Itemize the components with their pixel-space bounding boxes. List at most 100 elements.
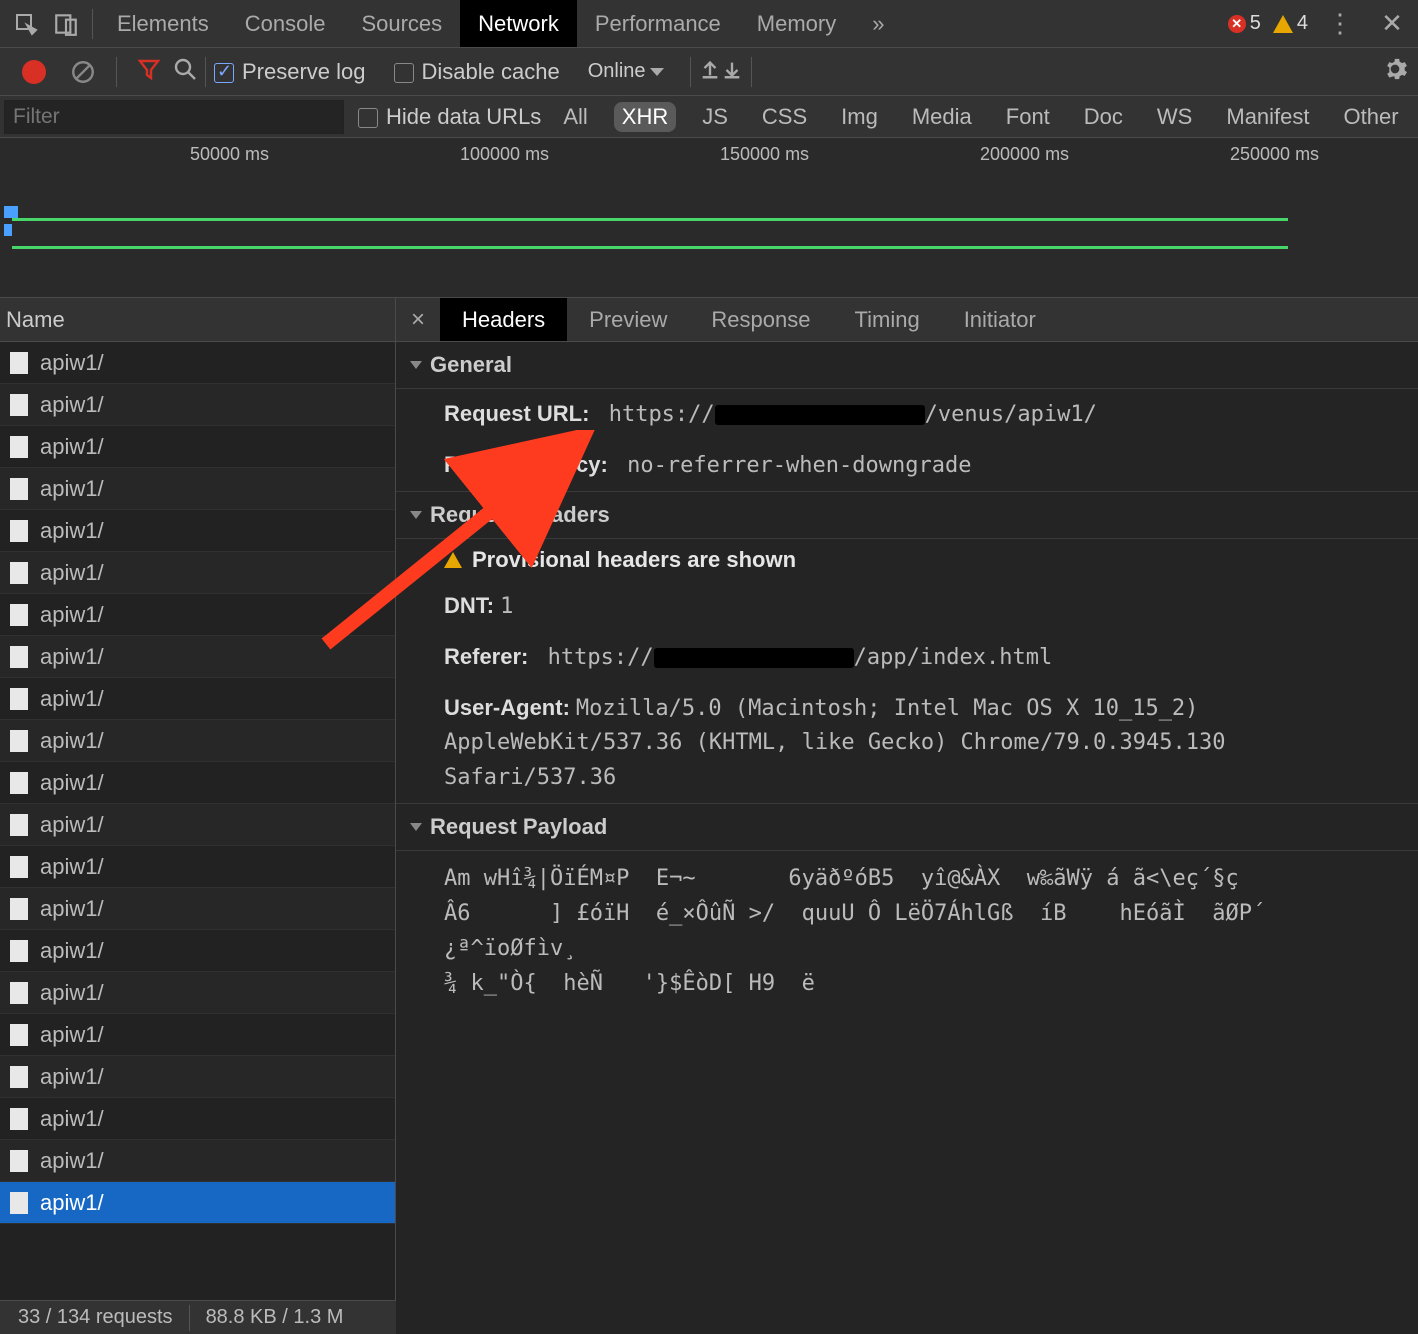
request-name: apiw1/ [40, 854, 104, 880]
request-row[interactable]: apiw1/ [0, 1056, 395, 1098]
request-row[interactable]: apiw1/ [0, 510, 395, 552]
request-row[interactable]: apiw1/ [0, 720, 395, 762]
timeline-tick: 200000 ms [980, 144, 1069, 165]
close-detail-icon[interactable]: × [396, 306, 440, 334]
devtools-top-tabs: ElementsConsoleSourcesNetworkPerformance… [0, 0, 1418, 48]
request-url-row: Request URL: https:///venus/apiw1/ [396, 389, 1418, 440]
request-row[interactable]: apiw1/ [0, 930, 395, 972]
tab-network[interactable]: Network [460, 0, 577, 47]
request-name: apiw1/ [40, 602, 104, 628]
clear-button[interactable] [70, 59, 96, 85]
request-name: apiw1/ [40, 476, 104, 502]
request-row[interactable]: apiw1/ [0, 594, 395, 636]
request-row[interactable]: apiw1/ [0, 678, 395, 720]
file-icon [10, 604, 28, 626]
request-list[interactable]: apiw1/apiw1/apiw1/apiw1/apiw1/apiw1/apiw… [0, 342, 396, 1300]
detail-tab-preview[interactable]: Preview [567, 298, 689, 341]
request-row[interactable]: apiw1/ [0, 636, 395, 678]
request-row[interactable]: apiw1/ [0, 1182, 395, 1224]
request-name: apiw1/ [40, 1064, 104, 1090]
detail-tab-timing[interactable]: Timing [832, 298, 941, 341]
filter-type-css[interactable]: CSS [754, 102, 815, 132]
filter-type-xhr[interactable]: XHR [614, 102, 676, 132]
filter-type-img[interactable]: Img [833, 102, 886, 132]
network-toolbar: Preserve log Disable cache Online [0, 48, 1418, 96]
request-row[interactable]: apiw1/ [0, 426, 395, 468]
tab-overflow[interactable]: » [854, 0, 902, 47]
redacted-host [654, 648, 854, 668]
request-row[interactable]: apiw1/ [0, 1098, 395, 1140]
request-name: apiw1/ [40, 1148, 104, 1174]
upload-har-icon[interactable] [699, 58, 721, 86]
request-row[interactable]: apiw1/ [0, 762, 395, 804]
file-icon [10, 898, 28, 920]
detail-tab-initiator[interactable]: Initiator [942, 298, 1058, 341]
filter-type-ws[interactable]: WS [1149, 102, 1200, 132]
waterfall-overview[interactable]: 50000 ms100000 ms150000 ms200000 ms25000… [0, 138, 1418, 298]
hide-data-urls-checkbox[interactable]: Hide data URLs [358, 104, 541, 130]
download-har-icon[interactable] [721, 58, 743, 86]
request-row[interactable]: apiw1/ [0, 804, 395, 846]
detail-tab-headers[interactable]: Headers [440, 298, 567, 341]
user-agent-row: User-Agent:Mozilla/5.0 (Macintosh; Intel… [396, 683, 1418, 802]
filter-type-media[interactable]: Media [904, 102, 980, 132]
throttling-select[interactable]: Online [588, 60, 664, 83]
filter-type-doc[interactable]: Doc [1076, 102, 1131, 132]
error-badge[interactable]: ✕5 [1228, 12, 1261, 35]
file-icon [10, 688, 28, 710]
filter-input[interactable] [4, 100, 344, 134]
request-row[interactable]: apiw1/ [0, 888, 395, 930]
section-general[interactable]: General [396, 342, 1418, 389]
tab-sources[interactable]: Sources [343, 0, 460, 47]
request-row[interactable]: apiw1/ [0, 384, 395, 426]
request-name: apiw1/ [40, 560, 104, 586]
request-row[interactable]: apiw1/ [0, 1140, 395, 1182]
provisional-headers-warning: Provisional headers are shown [396, 539, 1418, 581]
file-icon [10, 940, 28, 962]
record-button[interactable] [22, 60, 46, 84]
filter-type-js[interactable]: JS [694, 102, 736, 132]
status-request-count: 33 / 134 requests [18, 1306, 173, 1329]
request-row[interactable]: apiw1/ [0, 972, 395, 1014]
file-icon [10, 982, 28, 1004]
preserve-log-checkbox[interactable]: Preserve log [214, 59, 366, 85]
request-name: apiw1/ [40, 350, 104, 376]
file-icon [10, 1192, 28, 1214]
file-icon [10, 394, 28, 416]
filter-type-other[interactable]: Other [1336, 102, 1407, 132]
redacted-host [715, 405, 925, 425]
inspect-icon[interactable] [12, 10, 40, 38]
name-column-header[interactable]: Name [0, 298, 396, 342]
filter-type-all[interactable]: All [555, 102, 595, 132]
warn-count: 4 [1297, 12, 1308, 35]
tab-elements[interactable]: Elements [99, 0, 227, 47]
request-payload-body: Am wHî¾|ÖïÉM¤P E¬~ 6yäðºóB5 yî@&ÀX w‰ãWÿ… [396, 851, 1418, 1012]
tab-memory[interactable]: Memory [739, 0, 854, 47]
request-row[interactable]: apiw1/ [0, 342, 395, 384]
request-name: apiw1/ [40, 938, 104, 964]
file-icon [10, 352, 28, 374]
tab-performance[interactable]: Performance [577, 0, 739, 47]
network-settings-icon[interactable] [1382, 56, 1408, 88]
filter-type-font[interactable]: Font [998, 102, 1058, 132]
filter-toggle-icon[interactable] [137, 57, 161, 87]
search-icon[interactable] [173, 57, 197, 87]
timeline-tick: 50000 ms [190, 144, 269, 165]
tab-console[interactable]: Console [227, 0, 344, 47]
filter-type-manifest[interactable]: Manifest [1218, 102, 1317, 132]
timeline-tick: 250000 ms [1230, 144, 1319, 165]
disable-cache-checkbox[interactable]: Disable cache [394, 59, 560, 85]
request-row[interactable]: apiw1/ [0, 468, 395, 510]
device-toggle-icon[interactable] [52, 10, 80, 38]
request-row[interactable]: apiw1/ [0, 846, 395, 888]
request-row[interactable]: apiw1/ [0, 1014, 395, 1056]
section-request-payload[interactable]: Request Payload [396, 803, 1418, 851]
file-icon [10, 436, 28, 458]
section-request-headers[interactable]: Request Headers [396, 491, 1418, 539]
detail-tab-response[interactable]: Response [689, 298, 832, 341]
close-devtools-icon[interactable]: ✕ [1378, 10, 1406, 38]
request-row[interactable]: apiw1/ [0, 552, 395, 594]
file-icon [10, 646, 28, 668]
warn-badge[interactable]: 4 [1273, 12, 1308, 35]
kebab-menu-icon[interactable]: ⋮ [1326, 10, 1354, 38]
